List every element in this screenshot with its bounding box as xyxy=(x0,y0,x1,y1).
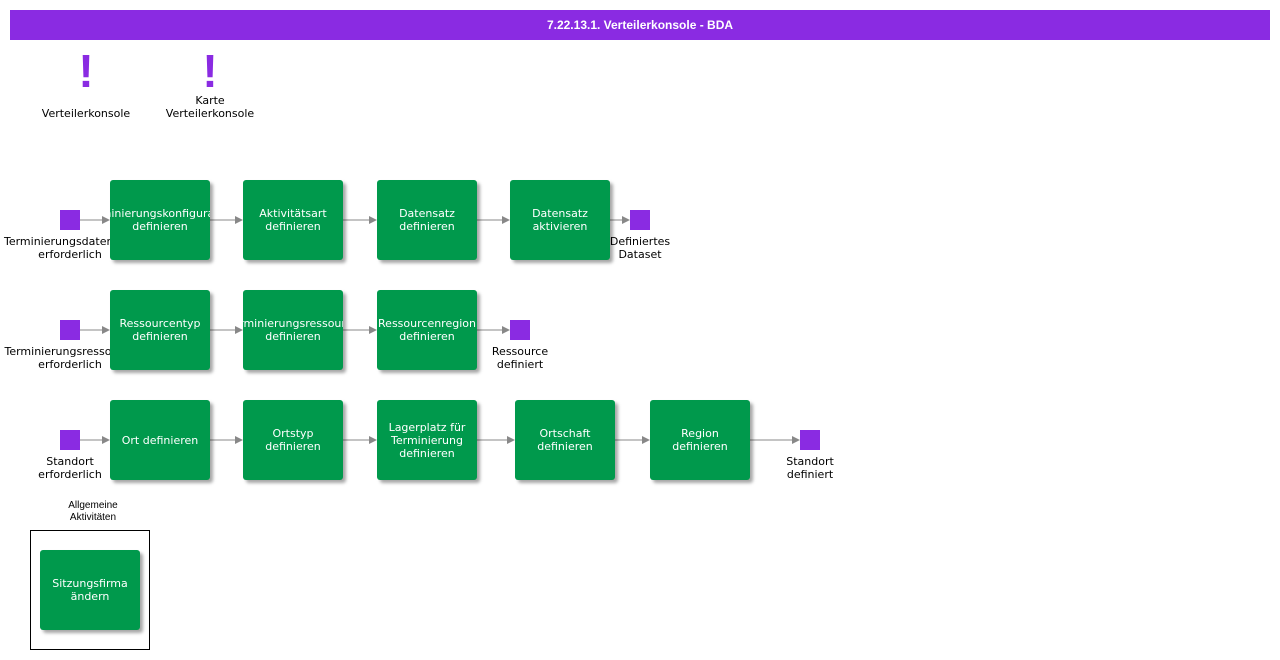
task-box[interactable]: Lagerplatz für Terminierung definieren xyxy=(377,400,477,480)
end-event-label: Definiertes Dataset xyxy=(609,235,671,261)
task-label: Terminierungskonfiguration definieren xyxy=(110,207,210,233)
task-box[interactable]: Region definieren xyxy=(650,400,750,480)
task-box[interactable]: Ort definieren xyxy=(110,400,210,480)
start-event xyxy=(60,430,80,450)
task-label: Aktivitätsart definieren xyxy=(259,207,327,233)
task-label: Lagerplatz für Terminierung definieren xyxy=(388,420,466,460)
task-label: Region definieren xyxy=(672,427,728,453)
task-label: Datensatz aktivieren xyxy=(532,207,588,233)
task-box[interactable]: Ressourcentyp definieren xyxy=(110,290,210,370)
end-event-label: Standort definiert xyxy=(786,455,834,481)
task-label: Sitzungsfirma ändern xyxy=(52,577,128,603)
task-label: Terminierungsressource definieren xyxy=(243,317,343,343)
task-label: Ressourcentyp definieren xyxy=(119,317,201,343)
task-box[interactable]: Sitzungsfirma ändern xyxy=(40,550,140,630)
task-box[interactable]: Ortstyp definieren xyxy=(243,400,343,480)
task-label: Ort definieren xyxy=(121,433,199,447)
task-box[interactable]: Ressourcenregion definieren xyxy=(377,290,477,370)
task-label: Ressourcenregion definieren xyxy=(378,317,476,343)
end-event-label: Ressource definiert xyxy=(491,345,549,371)
task-box[interactable]: Datensatz definieren xyxy=(377,180,477,260)
task-box[interactable]: Datensatz aktivieren xyxy=(510,180,610,260)
task-label: Ortstyp definieren xyxy=(265,427,321,453)
task-box[interactable]: Terminierungsressource definieren xyxy=(243,290,343,370)
task-box[interactable]: Terminierungskonfiguration definieren xyxy=(110,180,210,260)
end-event xyxy=(510,320,530,340)
start-event xyxy=(60,210,80,230)
start-event-label: Standort erforderlich xyxy=(38,455,102,481)
end-event xyxy=(630,210,650,230)
end-event xyxy=(800,430,820,450)
task-label: Datensatz definieren xyxy=(399,207,455,233)
task-box[interactable]: Aktivitätsart definieren xyxy=(243,180,343,260)
task-box[interactable]: Ortschaft definieren xyxy=(515,400,615,480)
task-label: Ortschaft definieren xyxy=(537,427,593,453)
start-event xyxy=(60,320,80,340)
general-activities-label: Allgemeine Aktivitäten xyxy=(68,500,118,523)
